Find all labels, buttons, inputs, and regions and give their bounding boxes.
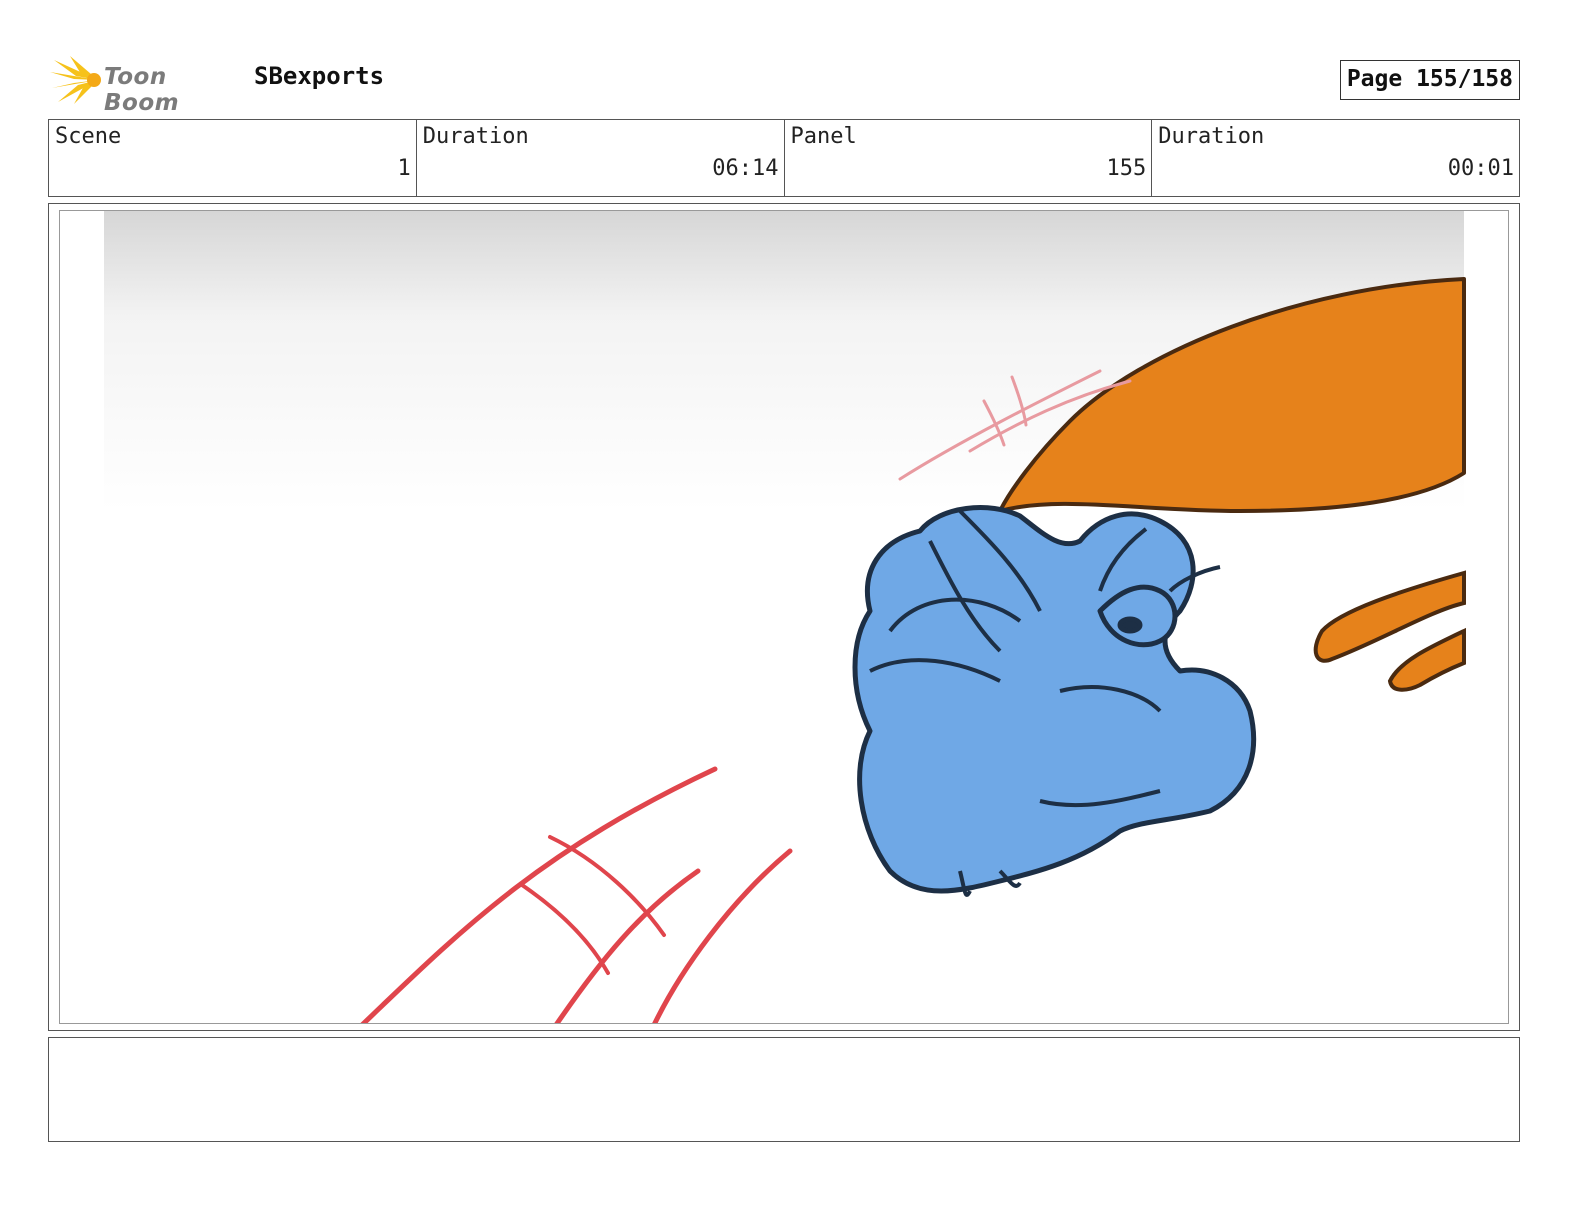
panel-frame [48,203,1520,1031]
scene-info-table: Scene 1 Duration 06:14 Panel 155 Duratio… [48,119,1520,197]
scene-duration-cell: Duration 06:14 [417,120,785,196]
panel-duration-cell: Duration 00:01 [1152,120,1519,196]
panel-duration-label: Duration [1158,124,1265,149]
panel-image [59,210,1509,1024]
panel-label: Panel [790,124,857,149]
panel-value: 155 [1106,156,1147,181]
scene-value: 1 [397,156,411,181]
page-header: Toon Boom SBexports Page 155/158 [48,52,1520,116]
storyboard-drawing [104,211,1466,1023]
scene-label: Scene [55,124,122,149]
page-indicator: Page 155/158 [1339,60,1520,100]
blue-character [852,505,1257,897]
project-name: SBexports [254,62,385,90]
scene-duration-value: 06:14 [712,156,779,181]
logo-text: Toon Boom [104,64,180,116]
panel-duration-value: 00:01 [1447,156,1514,181]
scene-cell: Scene 1 [49,120,417,196]
toon-boom-logo: Toon Boom [48,52,248,116]
starburst-icon [50,56,101,104]
notes-box [48,1037,1520,1142]
scene-duration-label: Duration [422,124,529,149]
panel-cell: Panel 155 [785,120,1153,196]
